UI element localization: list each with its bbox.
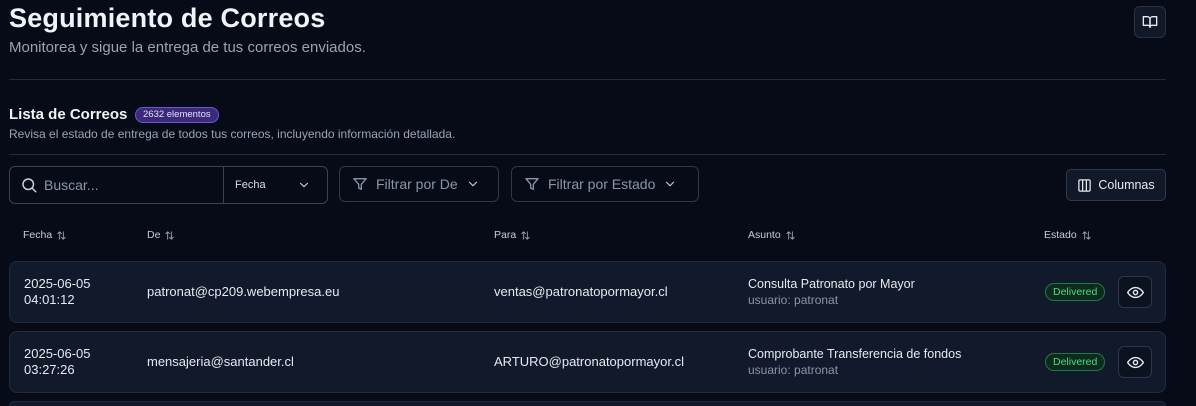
- column-header-from[interactable]: De: [147, 229, 175, 241]
- search-icon: [20, 176, 38, 194]
- view-button[interactable]: [1118, 276, 1152, 308]
- count-badge: 2632 elementos: [135, 107, 219, 123]
- sort-arrows-icon: [165, 230, 175, 240]
- page: Seguimiento de Correos Monitorea y sigue…: [0, 0, 1196, 406]
- table-row[interactable]: 2025-06-05 03:27:26 mensajeria@santander…: [9, 331, 1166, 393]
- table-row[interactable]: 2025-06-05 04:01:12 patronat@cp209.webem…: [9, 261, 1166, 323]
- status-badge: Delivered: [1045, 353, 1106, 371]
- filter-status-button[interactable]: Filtrar por Estado: [511, 166, 699, 202]
- view-button[interactable]: [1118, 346, 1152, 378]
- search-input[interactable]: [38, 167, 223, 203]
- filter-from-button[interactable]: Filtrar por De: [339, 166, 499, 202]
- header-divider: [9, 79, 1166, 80]
- column-header-label: De: [147, 229, 161, 241]
- page-title: Seguimiento de Correos: [9, 3, 326, 33]
- subject-text: Comprobante Transferencia de fondos: [748, 347, 962, 361]
- sort-arrows-icon: [521, 230, 530, 240]
- sort-arrows-icon: [1082, 230, 1091, 240]
- subject-user: usuario: patronat: [748, 363, 839, 377]
- table-row-partial: [9, 401, 1166, 406]
- time-value: 04:01:12: [24, 292, 75, 307]
- list-subtitle: Revisa el estado de entrega de todos tus…: [9, 127, 456, 141]
- date-select-label: Fecha: [235, 179, 266, 191]
- columns-icon: [1078, 178, 1092, 192]
- cell-date: 2025-06-05 04:01:12: [24, 276, 91, 308]
- date-value: 2025-06-05: [24, 276, 91, 291]
- cell-from: mensajeria@santander.cl: [147, 354, 294, 369]
- page-subtitle: Monitorea y sigue la entrega de tus corr…: [9, 39, 366, 56]
- chevron-down-icon: [468, 181, 477, 187]
- filter-from-label: Filtrar por De: [376, 176, 458, 192]
- eye-icon: [1126, 356, 1144, 368]
- column-header-label: Para: [494, 229, 517, 241]
- column-header-status[interactable]: Estado: [1044, 229, 1092, 241]
- docs-button[interactable]: [1134, 6, 1166, 38]
- sort-arrows-icon: [57, 230, 66, 240]
- status-badge: Delivered: [1045, 283, 1106, 301]
- column-header-label: Estado: [1044, 229, 1077, 241]
- column-header-subject[interactable]: Asunto: [748, 229, 796, 241]
- funnel-icon: [353, 178, 367, 190]
- cell-subject: Consulta Patronato por Mayor usuario: pa…: [748, 276, 915, 308]
- book-open-icon: [1142, 16, 1158, 28]
- columns-button[interactable]: Columnas: [1066, 169, 1166, 201]
- time-value: 03:27:26: [24, 362, 75, 377]
- column-header-label: Fecha: [23, 229, 53, 241]
- eye-icon: [1126, 286, 1144, 298]
- cell-from: patronat@cp209.webempresa.eu: [147, 284, 340, 299]
- cell-subject: Comprobante Transferencia de fondos usua…: [748, 346, 961, 378]
- cell-date: 2025-06-05 03:27:26: [24, 346, 91, 378]
- subject-user: usuario: patronat: [748, 293, 839, 307]
- search-group: Fecha: [9, 166, 328, 204]
- column-header-label: Asunto: [748, 229, 781, 241]
- funnel-icon: [525, 178, 539, 190]
- column-header-to[interactable]: Para: [494, 229, 531, 241]
- list-title: Lista de Correos: [9, 106, 128, 123]
- sort-arrows-icon: [786, 230, 795, 240]
- cell-to: ventas@patronatopormayor.cl: [494, 284, 668, 299]
- column-header-date[interactable]: Fecha: [23, 229, 67, 241]
- list-divider: [9, 154, 1166, 155]
- columns-label: Columnas: [1098, 178, 1155, 192]
- chevron-down-icon: [299, 182, 309, 188]
- filter-status-label: Filtrar por Estado: [548, 176, 656, 192]
- date-select[interactable]: Fecha: [223, 167, 321, 203]
- chevron-down-icon: [666, 181, 675, 187]
- cell-to: ARTURO@patronatopormayor.cl: [494, 354, 684, 369]
- subject-text: Consulta Patronato por Mayor: [748, 277, 915, 291]
- date-value: 2025-06-05: [24, 346, 91, 361]
